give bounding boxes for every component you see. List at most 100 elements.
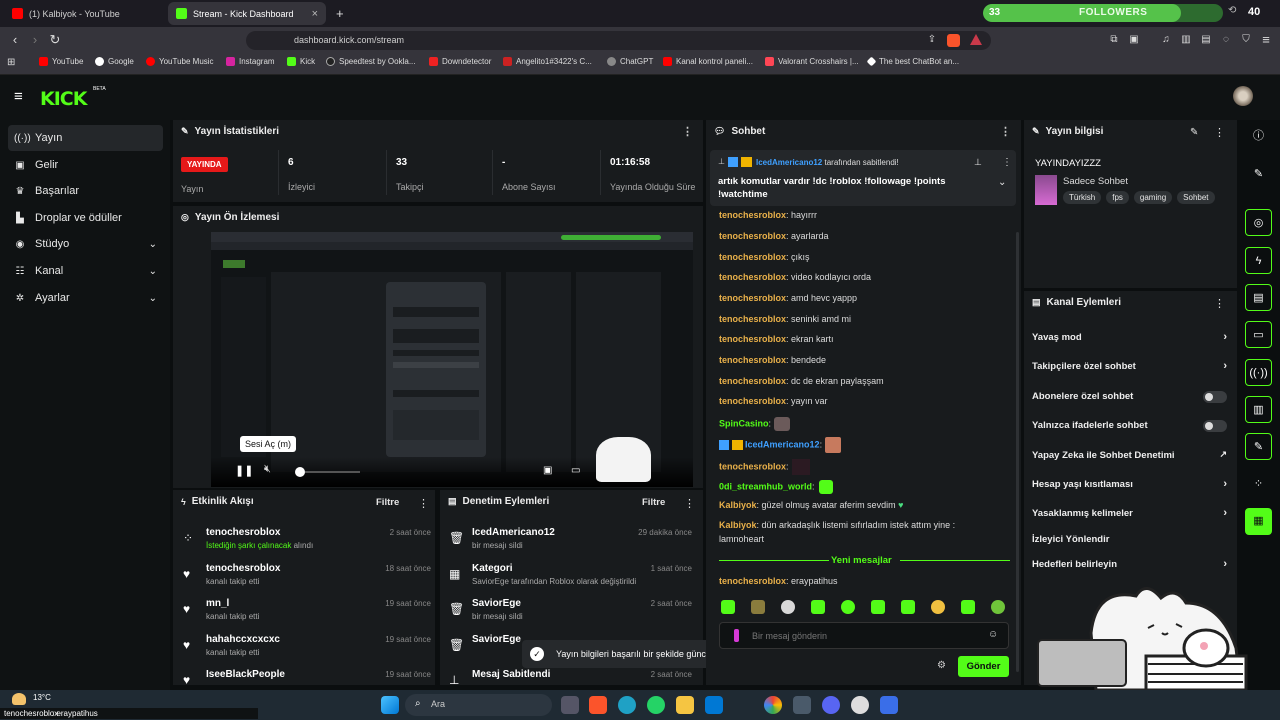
chat-scrollbar[interactable] bbox=[1016, 232, 1019, 672]
chrome-icon[interactable] bbox=[764, 696, 782, 714]
bookmark-item[interactable]: Instagram bbox=[226, 57, 275, 66]
mail-icon[interactable] bbox=[705, 696, 723, 714]
send-button[interactable]: Gönder bbox=[958, 656, 1009, 677]
bookmark-item[interactable]: Kick bbox=[287, 57, 315, 66]
address-bar[interactable]: dashboard.kick.com/stream bbox=[246, 31, 991, 50]
apps-grid-icon[interactable]: ⊞ bbox=[7, 57, 15, 68]
chat-settings-icon[interactable]: ⚙ bbox=[937, 660, 946, 671]
chat-user[interactable]: tenochesroblox bbox=[719, 252, 786, 262]
bookmark-item[interactable]: Valorant Crosshairs |... bbox=[765, 57, 859, 66]
new-tab-button[interactable]: + bbox=[336, 6, 344, 21]
close-tab-icon[interactable]: × bbox=[312, 8, 318, 20]
emote-button[interactable] bbox=[721, 600, 735, 614]
bookmark-item[interactable]: Google bbox=[95, 57, 134, 66]
pencil-icon[interactable]: ✎ bbox=[1245, 161, 1272, 188]
chat-user[interactable]: 0di_streamhub_world bbox=[719, 481, 812, 491]
sidebar-toggle-icon[interactable]: ▥ bbox=[1178, 32, 1194, 48]
bookmark-item[interactable]: Speedtest by Ookla... bbox=[326, 57, 416, 66]
more-options-icon[interactable]: ⋮ bbox=[1002, 157, 1012, 168]
settings-app-icon[interactable] bbox=[793, 696, 811, 714]
pip-icon[interactable]: ▣ bbox=[543, 465, 552, 476]
file-explorer-icon[interactable] bbox=[676, 696, 694, 714]
mute-icon[interactable]: 🔇︎ bbox=[264, 463, 271, 476]
emote-button[interactable] bbox=[841, 600, 855, 614]
whatsapp-icon[interactable] bbox=[647, 696, 665, 714]
tab-kick-dashboard[interactable]: Stream - Kick Dashboard × bbox=[168, 2, 326, 25]
tag-chip[interactable]: fps bbox=[1106, 191, 1129, 204]
chat-user[interactable]: tenochesroblox bbox=[719, 355, 786, 365]
action-set-goals[interactable]: Hedefleri belirleyin › bbox=[1032, 558, 1227, 573]
chat-user[interactable]: SpinCasino bbox=[719, 418, 769, 428]
brave-shield-icon[interactable] bbox=[947, 34, 960, 47]
emote-button[interactable] bbox=[811, 600, 825, 614]
emote-button[interactable] bbox=[781, 600, 795, 614]
wallet-icon[interactable]: ▣ bbox=[1126, 32, 1142, 48]
theatre-icon[interactable]: ▭ bbox=[571, 465, 580, 476]
forward-icon[interactable]: › bbox=[27, 32, 43, 48]
tools-icon[interactable]: ▥ bbox=[1245, 396, 1272, 423]
sidebar-item-droplar[interactable]: ▙ Droplar ve ödüller bbox=[8, 205, 163, 231]
shield-icon[interactable]: ⛉ bbox=[1238, 32, 1254, 48]
action-ai-moderation[interactable]: Yapay Zeka ile Sohbet Denetimi ↗ bbox=[1032, 449, 1227, 464]
chat-user[interactable]: tenochesroblox bbox=[719, 210, 786, 220]
action-slow-mode[interactable]: Yavaş mod › bbox=[1032, 331, 1227, 346]
unpin-icon[interactable]: ⊥ bbox=[974, 157, 982, 168]
emoji-icon[interactable]: ☺ bbox=[988, 629, 998, 640]
camera-icon[interactable]: ◎ bbox=[1245, 209, 1272, 236]
event-filter-button[interactable]: Filtre bbox=[376, 497, 399, 508]
emote-button[interactable] bbox=[991, 600, 1005, 614]
bookmark-item[interactable]: YouTube Music bbox=[146, 57, 214, 66]
action-followers-only[interactable]: Takipçilere özel sohbet › bbox=[1032, 360, 1227, 375]
chat-user[interactable]: tenochesroblox bbox=[719, 272, 786, 282]
tag-chip[interactable]: Türkish bbox=[1063, 191, 1102, 204]
chat-user[interactable]: tenochesroblox bbox=[719, 396, 786, 406]
more-options-icon[interactable]: ⋮ bbox=[1000, 125, 1011, 138]
toggle-switch[interactable] bbox=[1203, 420, 1227, 432]
tag-chip[interactable]: Sohbet bbox=[1177, 191, 1215, 204]
info-icon[interactable]: ⓘ bbox=[1245, 123, 1272, 150]
chevron-down-icon[interactable]: ⌄ bbox=[998, 177, 1006, 188]
sidebar-item-studyo[interactable]: ◉ Stüdyo ⌄ bbox=[8, 231, 163, 257]
chat-input[interactable]: Bir mesaj gönderin ☺ bbox=[719, 622, 1009, 649]
chat-user[interactable]: tenochesroblox bbox=[719, 576, 786, 586]
bookmark-item[interactable]: YouTube bbox=[39, 57, 83, 66]
action-banned-words[interactable]: Yasaklanmış kelimeler › bbox=[1032, 507, 1227, 522]
bookmark-item[interactable]: Angelito1#3422's C... bbox=[503, 57, 592, 66]
more-options-icon[interactable]: ⋮ bbox=[418, 497, 429, 510]
kick-logo[interactable]: KICK bbox=[40, 88, 87, 110]
moderation-filter-button[interactable]: Filtre bbox=[642, 497, 665, 508]
edge-icon[interactable] bbox=[618, 696, 636, 714]
bookmark-item[interactable]: Downdetector bbox=[429, 57, 491, 66]
category-name[interactable]: Sadece Sohbet bbox=[1063, 176, 1128, 187]
document-icon[interactable]: ▤ bbox=[1245, 284, 1272, 311]
more-options-icon[interactable]: ⋮ bbox=[1214, 297, 1225, 310]
chat-user[interactable]: tenochesroblox bbox=[719, 376, 786, 386]
menu-icon[interactable]: ≡ bbox=[1258, 32, 1274, 48]
app-icon[interactable] bbox=[880, 696, 898, 714]
github-icon[interactable] bbox=[851, 696, 869, 714]
chat-icon[interactable]: ▭ bbox=[1245, 321, 1272, 348]
share-icon[interactable]: ⇪ bbox=[924, 32, 940, 48]
brave-icon[interactable] bbox=[589, 696, 607, 714]
avatar[interactable] bbox=[1233, 86, 1253, 106]
chat-user[interactable]: tenochesroblox bbox=[719, 314, 786, 324]
chat-user[interactable]: Kalbiyok bbox=[719, 500, 757, 510]
tag-chip[interactable]: gaming bbox=[1133, 191, 1173, 204]
sidebar-item-gelir[interactable]: ▣ Gelir bbox=[8, 152, 163, 178]
vpn-icon[interactable]: ◌ bbox=[1218, 32, 1234, 48]
picture-icon[interactable]: ▤ bbox=[1198, 32, 1214, 48]
bookmark-item[interactable]: ChatGPT bbox=[607, 57, 653, 66]
emote-button[interactable] bbox=[931, 600, 945, 614]
action-account-age[interactable]: Hesap yaşı kısıtlaması › bbox=[1032, 478, 1227, 493]
extensions-icon[interactable]: ⧉ bbox=[1106, 32, 1122, 48]
volume-slider-track[interactable] bbox=[305, 471, 360, 473]
sidebar-item-ayarlar[interactable]: ✲ Ayarlar ⌄ bbox=[8, 285, 163, 311]
chat-user[interactable]: tenochesroblox bbox=[719, 293, 786, 303]
emote-button[interactable] bbox=[961, 600, 975, 614]
sidebar-item-basarilar[interactable]: ♛ Başarılar bbox=[8, 178, 163, 204]
bookmark-item[interactable]: The best ChatBot an... bbox=[866, 56, 959, 67]
emote-button[interactable] bbox=[751, 600, 765, 614]
chat-user[interactable]: tenochesroblox bbox=[719, 231, 786, 241]
taskbar-search[interactable]: ⌕ Ara bbox=[405, 694, 552, 716]
extension-icon[interactable]: ▦ bbox=[1245, 508, 1272, 535]
